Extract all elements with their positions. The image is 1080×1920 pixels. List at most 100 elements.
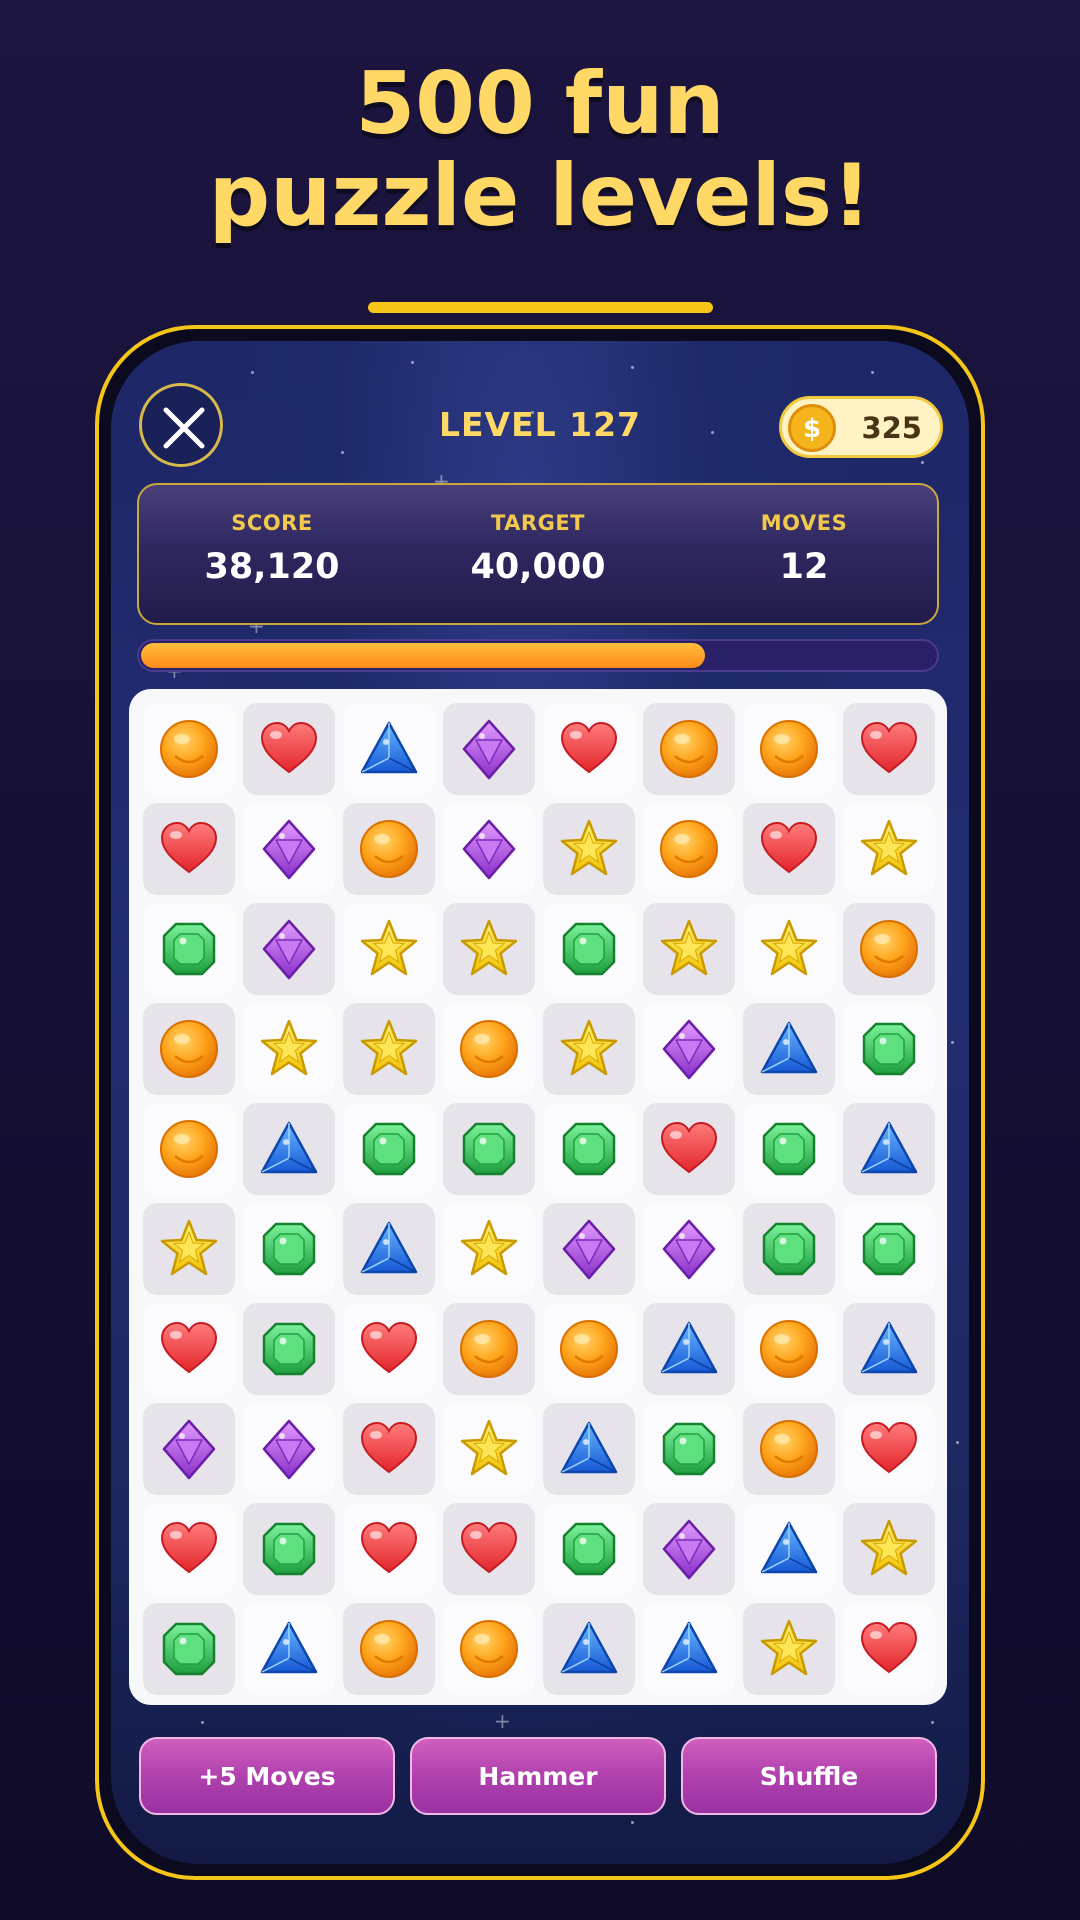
heart-gem-icon: [458, 1518, 520, 1580]
board-tile[interactable]: [543, 703, 635, 795]
board-tile[interactable]: [243, 703, 335, 795]
board-tile[interactable]: [843, 1503, 935, 1595]
star-gem-icon: [858, 1518, 920, 1580]
board-tile[interactable]: [243, 1003, 335, 1095]
board-tile[interactable]: [343, 1503, 435, 1595]
board-tile[interactable]: [243, 803, 335, 895]
board-tile[interactable]: [643, 1003, 735, 1095]
board-tile[interactable]: [843, 803, 935, 895]
board-tile[interactable]: [143, 1603, 235, 1695]
green-gem-icon: [758, 1118, 820, 1180]
moves-label: MOVES: [760, 511, 848, 535]
board-tile[interactable]: [743, 803, 835, 895]
orange-gem-icon: [358, 818, 420, 880]
board-tile[interactable]: [843, 1103, 935, 1195]
board-tile[interactable]: [743, 1303, 835, 1395]
board-tile[interactable]: [243, 903, 335, 995]
plus-five-moves-button[interactable]: +5 Moves: [139, 1737, 395, 1815]
board-tile[interactable]: [643, 1603, 735, 1695]
board-tile[interactable]: [443, 703, 535, 795]
green-gem-icon: [858, 1018, 920, 1080]
board-tile[interactable]: [443, 1303, 535, 1395]
board-tile[interactable]: [343, 1103, 435, 1195]
board-tile[interactable]: [643, 1503, 735, 1595]
board-tile[interactable]: [143, 1003, 235, 1095]
board-tile[interactable]: [343, 1003, 435, 1095]
board-tile[interactable]: [743, 1103, 835, 1195]
green-gem-icon: [158, 1618, 220, 1680]
blue-gem-icon: [258, 1618, 320, 1680]
board-tile[interactable]: [643, 1403, 735, 1495]
blue-gem-icon: [658, 1618, 720, 1680]
board-tile[interactable]: [343, 1403, 435, 1495]
board-tile[interactable]: [643, 903, 735, 995]
board-tile[interactable]: [743, 903, 835, 995]
board-tile[interactable]: [143, 1403, 235, 1495]
board-tile[interactable]: [443, 803, 535, 895]
board-tile[interactable]: [143, 1103, 235, 1195]
board-tile[interactable]: [443, 1203, 535, 1295]
board-tile[interactable]: [243, 1603, 335, 1695]
board-tile[interactable]: [543, 803, 635, 895]
coin-balance[interactable]: $ 325: [779, 396, 943, 458]
heart-gem-icon: [258, 718, 320, 780]
board-tile[interactable]: [743, 703, 835, 795]
board-tile[interactable]: [443, 1003, 535, 1095]
board-tile[interactable]: [643, 703, 735, 795]
board-tile[interactable]: [543, 1203, 635, 1295]
board-tile[interactable]: [543, 1003, 635, 1095]
board-tile[interactable]: [743, 1403, 835, 1495]
board-tile[interactable]: [343, 803, 435, 895]
board-tile[interactable]: [643, 1103, 735, 1195]
heart-gem-icon: [358, 1418, 420, 1480]
board-tile[interactable]: [843, 703, 935, 795]
board-tile[interactable]: [243, 1503, 335, 1595]
board-tile[interactable]: [443, 1603, 535, 1695]
board-tile[interactable]: [743, 1203, 835, 1295]
board-tile[interactable]: [543, 1503, 635, 1595]
board-tile[interactable]: [143, 1303, 235, 1395]
board-tile[interactable]: [143, 1203, 235, 1295]
board-tile[interactable]: [443, 903, 535, 995]
board-tile[interactable]: [543, 1603, 635, 1695]
board-tile[interactable]: [343, 703, 435, 795]
hammer-button[interactable]: Hammer: [410, 1737, 666, 1815]
board-tile[interactable]: [243, 1103, 335, 1195]
board-tile[interactable]: [343, 1303, 435, 1395]
board-tile[interactable]: [743, 1503, 835, 1595]
board-tile[interactable]: [643, 1303, 735, 1395]
stats-panel: SCORE 38,120 TARGET 40,000 MOVES 12: [137, 483, 939, 625]
board-tile[interactable]: [643, 1203, 735, 1295]
board-tile[interactable]: [343, 903, 435, 995]
board-tile[interactable]: [543, 1303, 635, 1395]
board-tile[interactable]: [843, 1203, 935, 1295]
board-tile[interactable]: [643, 803, 735, 895]
board-tile[interactable]: [843, 1403, 935, 1495]
board-tile[interactable]: [143, 1503, 235, 1595]
shuffle-button[interactable]: Shuffle: [681, 1737, 937, 1815]
board-tile[interactable]: [343, 1603, 435, 1695]
board-tile[interactable]: [843, 903, 935, 995]
board-tile[interactable]: [543, 903, 635, 995]
board-tile[interactable]: [143, 703, 235, 795]
board-tile[interactable]: [543, 1103, 635, 1195]
board-tile[interactable]: [843, 1303, 935, 1395]
board-tile[interactable]: [443, 1403, 535, 1495]
board-tile[interactable]: [243, 1203, 335, 1295]
star-gem-icon: [558, 818, 620, 880]
orange-gem-icon: [658, 718, 720, 780]
board-tile[interactable]: [843, 1003, 935, 1095]
board-tile[interactable]: [843, 1603, 935, 1695]
sparkle: +: [494, 1709, 511, 1733]
star-dot: [251, 371, 254, 374]
board-tile[interactable]: [743, 1603, 835, 1695]
board-tile[interactable]: [243, 1403, 335, 1495]
board-tile[interactable]: [343, 1203, 435, 1295]
board-tile[interactable]: [243, 1303, 335, 1395]
board-tile[interactable]: [743, 1003, 835, 1095]
board-tile[interactable]: [143, 903, 235, 995]
board-tile[interactable]: [543, 1403, 635, 1495]
board-tile[interactable]: [443, 1103, 535, 1195]
board-tile[interactable]: [443, 1503, 535, 1595]
board-tile[interactable]: [143, 803, 235, 895]
